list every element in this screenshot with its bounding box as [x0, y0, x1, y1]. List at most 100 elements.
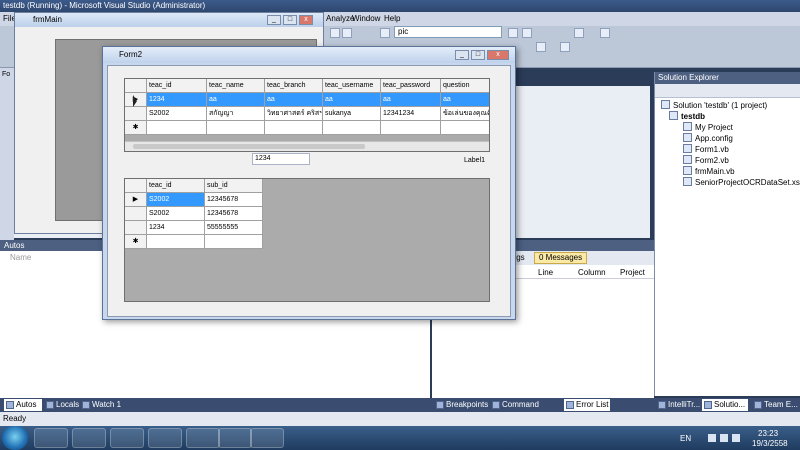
folder-icon[interactable] — [218, 428, 252, 448]
row-selector-icon[interactable]: ▶ — [125, 193, 147, 207]
autos-name-column[interactable]: Name — [4, 252, 104, 264]
table-cell[interactable] — [147, 121, 207, 135]
table-cell[interactable]: aa — [381, 93, 441, 107]
toolbar-button-4[interactable] — [508, 28, 518, 38]
tree-item-app-config[interactable]: App.config — [683, 133, 733, 144]
table-cell[interactable] — [207, 121, 265, 135]
tab-team-explorer[interactable]: Team E... — [752, 399, 798, 411]
maximize-icon[interactable]: □ — [283, 15, 297, 25]
table-cell[interactable]: สกัญญา — [207, 107, 265, 121]
row-header[interactable] — [125, 207, 147, 221]
language-indicator[interactable]: EN — [680, 434, 691, 443]
tab-solution-explorer[interactable]: Solutio... — [702, 399, 748, 411]
subject-grid[interactable]: teac_id sub_id ▶ S2002 12345678 S2002 12… — [124, 178, 490, 302]
tab-breakpoints[interactable]: Breakpoints — [434, 399, 488, 411]
toolbox-strip[interactable]: Fo — [0, 68, 14, 240]
table-cell[interactable] — [265, 121, 323, 135]
table-cell[interactable] — [147, 235, 205, 249]
table-cell[interactable]: 12341234 — [381, 107, 441, 121]
row-header[interactable] — [125, 221, 147, 235]
header-teac-password[interactable]: teac_password — [381, 79, 441, 93]
table-cell[interactable]: วิทยาศาสตร์ คริสฯ — [265, 107, 323, 121]
menu-window[interactable]: Window — [352, 13, 380, 25]
tab-autos[interactable]: Autos — [4, 399, 42, 411]
tab-intellitrace[interactable]: IntelliTr... — [656, 399, 700, 411]
table-cell[interactable] — [323, 121, 381, 135]
toolbar-button-1[interactable] — [330, 28, 340, 38]
tree-item-solution[interactable]: Solution 'testdb' (1 project) — [661, 100, 767, 111]
header-teac-name[interactable]: teac_name — [207, 79, 265, 93]
tab-watch1[interactable]: Watch 1 — [80, 399, 128, 411]
header-teac-id[interactable]: teac_id — [147, 79, 207, 93]
header-teac-username[interactable]: teac_username — [323, 79, 381, 93]
table-cell[interactable]: sukanya — [323, 107, 381, 121]
new-row-icon[interactable]: ✱ — [125, 121, 147, 135]
table-cell[interactable]: S2002 — [147, 107, 207, 121]
tab-error-list[interactable]: Error List — [564, 399, 610, 411]
clock-time[interactable]: 23:23 — [758, 429, 778, 438]
close-icon[interactable]: x — [487, 50, 509, 60]
teacher-grid[interactable]: teac_id teac_name teac_branch teac_usern… — [124, 78, 490, 152]
visual-studio-icon[interactable] — [110, 428, 144, 448]
toolbar-button-9[interactable] — [560, 42, 570, 52]
close-icon[interactable]: x — [299, 15, 313, 25]
tree-item-my-project[interactable]: My Project — [683, 122, 733, 133]
minimize-icon[interactable]: _ — [455, 50, 469, 60]
chrome-icon[interactable] — [34, 428, 68, 448]
network-icon[interactable] — [720, 434, 728, 442]
explorer-icon[interactable] — [72, 428, 106, 448]
messages-tab[interactable]: 0 Messages — [534, 252, 588, 264]
column-project[interactable]: Project — [620, 268, 645, 277]
table-cell[interactable]: ข้อเล่นของคุณคือ — [441, 107, 489, 121]
powerpoint-icon[interactable] — [250, 428, 284, 448]
tree-item-form2[interactable]: Form2.vb — [683, 155, 729, 166]
table-cell[interactable] — [441, 121, 489, 135]
toolbar-button-5[interactable] — [522, 28, 532, 38]
toolbar-button-7[interactable] — [600, 28, 610, 38]
column-line[interactable]: Line — [538, 268, 553, 277]
app-icon[interactable] — [148, 428, 182, 448]
menu-analyze[interactable]: Analyze — [326, 13, 354, 25]
maximize-icon[interactable]: □ — [471, 50, 485, 60]
table-cell[interactable]: aa — [265, 93, 323, 107]
scroll-thumb[interactable] — [133, 144, 365, 149]
tree-item-form1[interactable]: Form1.vb — [683, 144, 729, 155]
toolbar-button-3[interactable] — [380, 28, 390, 38]
app-icon[interactable] — [186, 428, 220, 448]
table-cell[interactable]: 12345678 — [205, 207, 263, 221]
menu-help[interactable]: Help — [384, 13, 400, 25]
table-cell[interactable]: S2002 — [147, 207, 205, 221]
tray-icon[interactable] — [708, 434, 716, 442]
table-cell[interactable]: 1234 — [147, 221, 205, 235]
table-cell[interactable]: 12345678 — [205, 193, 263, 207]
new-row-icon[interactable]: ✱ — [125, 235, 147, 249]
minimize-icon[interactable]: _ — [267, 15, 281, 25]
column-column[interactable]: Column — [578, 268, 606, 277]
start-button-icon[interactable] — [2, 426, 28, 450]
toolbar-button-2[interactable] — [342, 28, 352, 38]
solution-config-combo[interactable]: pic — [394, 26, 502, 38]
row-header[interactable] — [125, 107, 147, 121]
tree-item-dataset[interactable]: SeniorProjectOCRDataSet.xsd — [683, 177, 800, 188]
header-teac-id[interactable]: teac_id — [147, 179, 205, 193]
header-question[interactable]: question — [441, 79, 489, 93]
table-cell[interactable]: 1234 — [147, 93, 207, 107]
table-cell[interactable]: aa — [323, 93, 381, 107]
table-cell[interactable]: 55555555 — [205, 221, 263, 235]
volume-icon[interactable] — [732, 434, 740, 442]
header-sub-id[interactable]: sub_id — [205, 179, 263, 193]
header-teac-branch[interactable]: teac_branch — [265, 79, 323, 93]
tab-command-window[interactable]: Command Window — [490, 399, 562, 421]
table-cell[interactable]: aa — [207, 93, 265, 107]
tree-item-frmmain[interactable]: frmMain.vb — [683, 166, 735, 177]
toolbar-button-6[interactable] — [574, 28, 584, 38]
tab-locals[interactable]: Locals — [44, 399, 84, 411]
table-cell[interactable] — [205, 235, 263, 249]
table-cell[interactable] — [381, 121, 441, 135]
clock-date[interactable]: 19/3/2558 — [752, 439, 788, 448]
table-cell[interactable]: S2002 — [147, 193, 205, 207]
tree-item-project[interactable]: testdb — [669, 111, 705, 122]
id-textbox[interactable]: 1234 — [252, 153, 310, 165]
horizontal-scrollbar[interactable] — [125, 141, 489, 151]
toolbar-button-8[interactable] — [536, 42, 546, 52]
